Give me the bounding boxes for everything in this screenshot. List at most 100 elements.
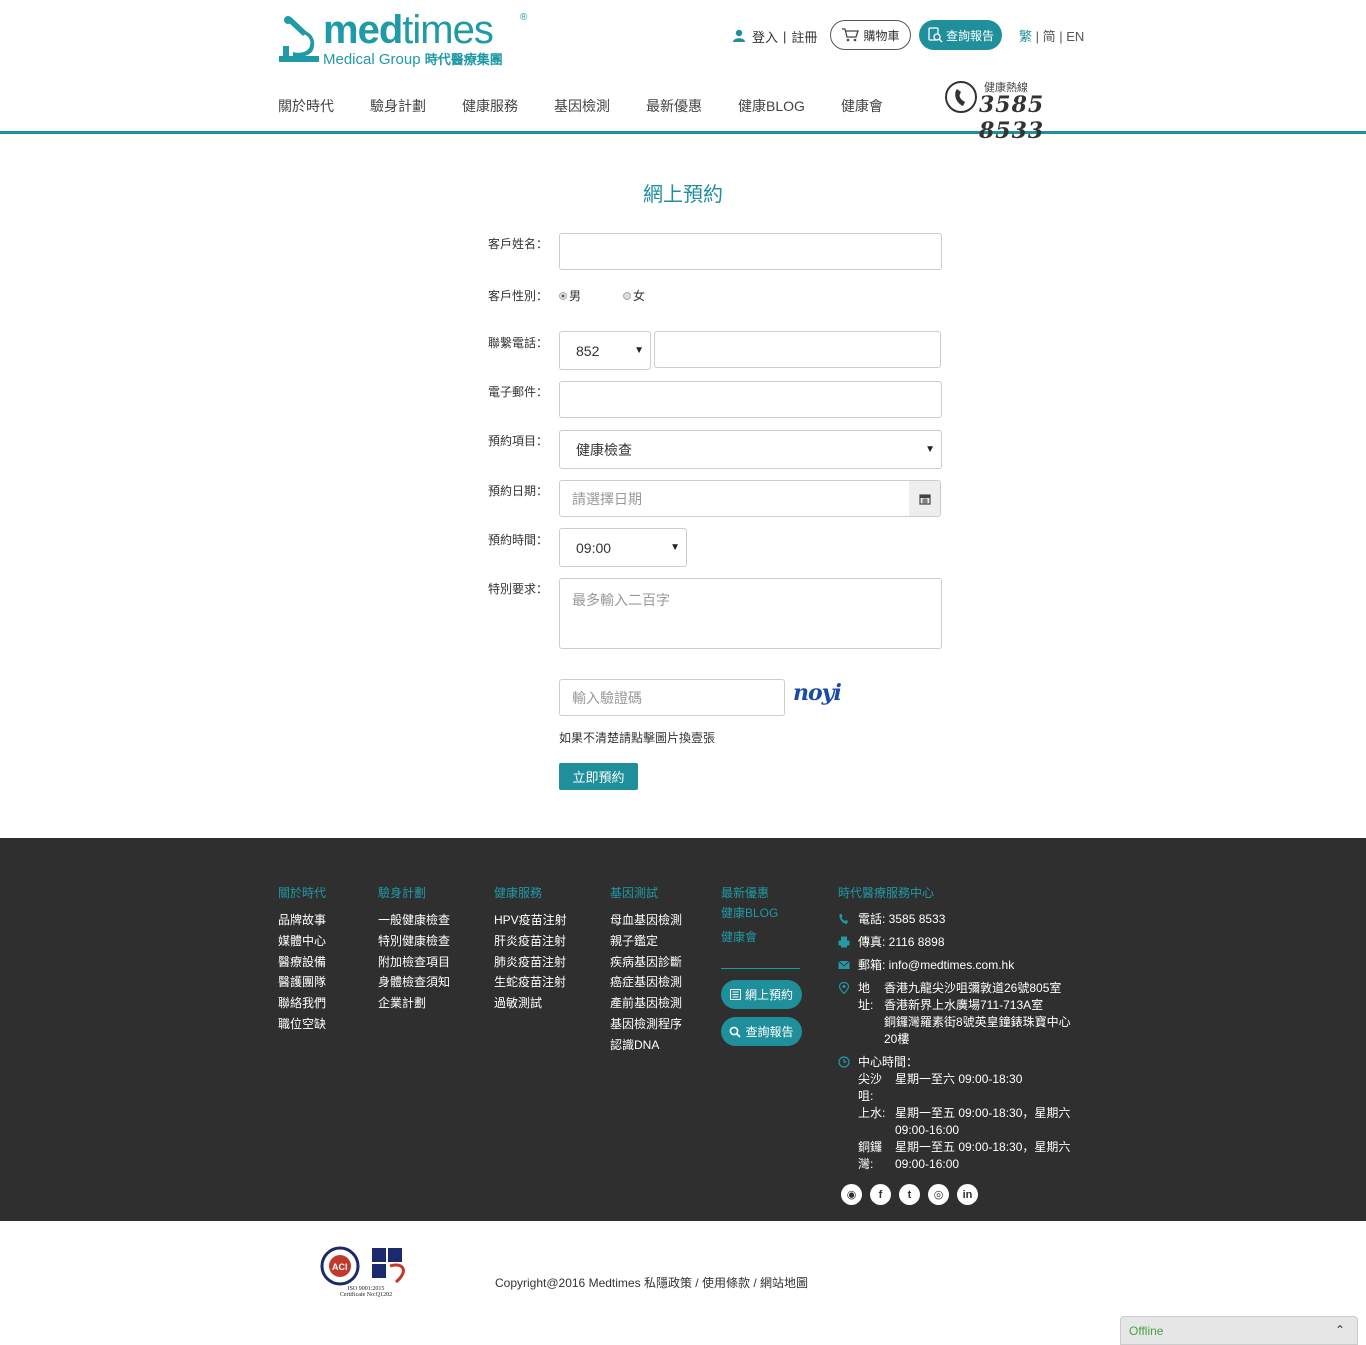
gender-label: 客戶性別： <box>488 289 549 303</box>
footer-link[interactable]: 親子鑑定 <box>610 931 682 952</box>
brand-subtitle: Medical Group 時代醫療集團 <box>323 51 503 68</box>
footer-col-head[interactable]: 關於時代 <box>278 884 326 901</box>
nav-about[interactable]: 關於時代 <box>278 96 334 116</box>
contact-phone: 電話: 3585 8533 <box>838 911 1078 928</box>
footer-col-head[interactable]: 驗身計劃 <box>378 884 450 901</box>
facebook-icon[interactable]: f <box>870 1184 891 1205</box>
footer-link[interactable]: 肝炎疫苗注射 <box>494 931 567 952</box>
certification-logos: ACI ISO 9001:2015 Certificate No:Q1202 <box>310 1244 422 1326</box>
cert-number-text: Certificate No:Q1202 <box>339 1292 393 1298</box>
footer-link[interactable]: 附加檢查項目 <box>378 952 450 973</box>
login-link[interactable]: 登入 <box>752 27 778 46</box>
copyright: Copyright@2016 Medtimes 私隱政策 / 使用條款 / 網站… <box>495 1276 809 1290</box>
footer-report-button[interactable]: 查詢報告 <box>721 1017 802 1046</box>
footer-link[interactable]: 健康BLOG <box>721 901 778 925</box>
nav-health-club[interactable]: 健康會 <box>841 96 883 116</box>
gender-female-radio[interactable]: 女 <box>623 287 645 304</box>
hours-value: 星期一至五 09:00-18:30，星期六 09:00-16:00 <box>895 1140 1071 1171</box>
copyright-text: Copyright@2016 Medtimes <box>495 1276 641 1290</box>
search-icon <box>730 1026 742 1038</box>
sitemap-link[interactable]: 網站地圖 <box>760 1276 808 1290</box>
gender-male-radio[interactable]: 男 <box>559 287 581 304</box>
date-input[interactable]: 請選擇日期 <box>559 480 910 517</box>
brand-name: medtimes <box>323 8 494 52</box>
footer-link[interactable]: 癌症基因檢測 <box>610 972 682 993</box>
medtimes-logo[interactable]: medtimes ® Medical Group 時代醫療集團 <box>277 8 529 68</box>
footer-link[interactable]: 生蛇疫苗注射 <box>494 972 567 993</box>
footer-link[interactable]: 健康會 <box>721 925 778 949</box>
time-selected-value: 09:00 <box>576 539 612 556</box>
footer-link[interactable]: 一般健康檢查 <box>378 910 450 931</box>
report-button[interactable]: 查詢報告 <box>919 20 1002 50</box>
footer-link[interactable]: 聯絡我們 <box>278 993 326 1014</box>
chevron-up-icon[interactable]: ⌃ <box>1335 1323 1345 1337</box>
microscope-logo-icon <box>279 16 319 62</box>
footer-link[interactable]: 職位空缺 <box>278 1014 326 1035</box>
footer-booking-label: 網上預約 <box>744 988 793 1002</box>
lang-simplified[interactable]: 简 <box>1043 29 1056 44</box>
footer-link[interactable]: 醫護團隊 <box>278 972 326 993</box>
footer-col-head[interactable]: 最新優惠 <box>721 884 778 901</box>
footer-link[interactable]: HPV疫苗注射 <box>494 910 567 931</box>
submit-button[interactable]: 立即預約 <box>559 763 638 790</box>
footer-link[interactable]: 品牌故事 <box>278 910 326 931</box>
footer-link[interactable]: 過敏測試 <box>494 993 567 1014</box>
nav-genetic-testing[interactable]: 基因檢測 <box>554 96 610 116</box>
lang-english[interactable]: EN <box>1066 29 1084 44</box>
footer-link[interactable]: 醫療設備 <box>278 952 326 973</box>
nav-health-services[interactable]: 健康服務 <box>462 96 518 116</box>
main-nav: 關於時代 驗身計劃 健康服務 基因檢測 最新優惠 健康BLOG 健康會 <box>278 96 919 116</box>
item-selected-value: 健康檢查 <box>576 441 632 458</box>
footer-link[interactable]: 肺炎疫苗注射 <box>494 952 567 973</box>
report-search-icon <box>928 27 943 43</box>
terms-link[interactable]: 使用條款 <box>702 1276 750 1290</box>
nav-checkup-plans[interactable]: 驗身計劃 <box>370 96 426 116</box>
chat-widget-bar[interactable]: Offline ⌃ <box>1120 1316 1358 1345</box>
radio-unchecked-icon <box>623 291 631 300</box>
lang-traditional[interactable]: 繁 <box>1019 29 1032 44</box>
linkedin-icon[interactable]: in <box>957 1184 978 1205</box>
hours-row: 銅鑼灣: 星期一至五 09:00-18:30，星期六 09:00-16:00 <box>858 1139 1078 1173</box>
footer-link[interactable]: 產前基因檢測 <box>610 993 682 1014</box>
footer-link[interactable]: 特別健康檢查 <box>378 931 450 952</box>
footer-link[interactable]: 認識DNA <box>610 1035 682 1056</box>
item-select[interactable]: 健康檢查 ▼ <box>559 430 942 469</box>
hours-row: 尖沙咀: 星期一至六 09:00-18:30 <box>858 1071 1078 1105</box>
nav-promotions[interactable]: 最新優惠 <box>646 96 702 116</box>
address-line: 銅鑼灣羅素街8號英皇鐘錶珠寶中心20樓 <box>884 1015 1071 1046</box>
request-textarea[interactable]: 最多輸入二百字 <box>559 578 942 649</box>
nav-health-blog[interactable]: 健康BLOG <box>738 96 805 116</box>
svg-text:ACI: ACI <box>332 1262 348 1272</box>
cart-button[interactable]: 購物車 <box>830 20 911 50</box>
footer-link[interactable]: 母血基因檢測 <box>610 910 682 931</box>
instagram-icon[interactable]: ◎ <box>928 1184 949 1205</box>
calendar-button[interactable] <box>909 480 941 517</box>
contact-fax: 傳真: 2116 8898 <box>838 934 1078 951</box>
phone-input[interactable] <box>654 331 941 368</box>
footer-col-head[interactable]: 基因測試 <box>610 884 682 901</box>
privacy-link[interactable]: 私隱政策 <box>644 1276 692 1290</box>
clock-icon <box>838 1056 850 1068</box>
footer-col-genetic: 基因測試 母血基因檢測 親子鑑定 疾病基因診斷 癌症基因檢測 產前基因檢測 基因… <box>610 884 682 1056</box>
captcha-image[interactable]: noyi <box>793 680 842 706</box>
footer-link[interactable]: 疾病基因診斷 <box>610 952 682 973</box>
site-header: medtimes ® Medical Group 時代醫療集團 登入 | 註冊 … <box>0 0 1366 144</box>
email-label: 電子郵件： <box>488 385 549 399</box>
address-label: 地址: <box>858 981 874 1012</box>
footer-link[interactable]: 基因檢測程序 <box>610 1014 682 1035</box>
footer-link[interactable]: 企業計劃 <box>378 993 450 1014</box>
twitter-icon[interactable]: t <box>899 1184 920 1205</box>
footer-col-about: 關於時代 品牌故事 媒體中心 醫療設備 醫護團隊 聯絡我們 職位空缺 <box>278 884 326 1035</box>
footer-link[interactable]: 媒體中心 <box>278 931 326 952</box>
name-input[interactable] <box>559 233 942 270</box>
social-links: ◉ f t ◎ in <box>841 1184 978 1205</box>
footer-col-head[interactable]: 健康服務 <box>494 884 567 901</box>
wechat-icon[interactable]: ◉ <box>841 1184 862 1205</box>
email-input[interactable] <box>559 381 942 418</box>
footer-link[interactable]: 身體檢查須知 <box>378 972 450 993</box>
register-link[interactable]: 註冊 <box>791 27 817 46</box>
time-select[interactable]: 09:00 ▼ <box>559 528 687 567</box>
captcha-input[interactable]: 輸入驗證碼 <box>559 679 785 716</box>
footer-booking-button[interactable]: 網上預約 <box>721 980 802 1009</box>
country-code-select[interactable]: 852 ▼ <box>559 331 651 370</box>
